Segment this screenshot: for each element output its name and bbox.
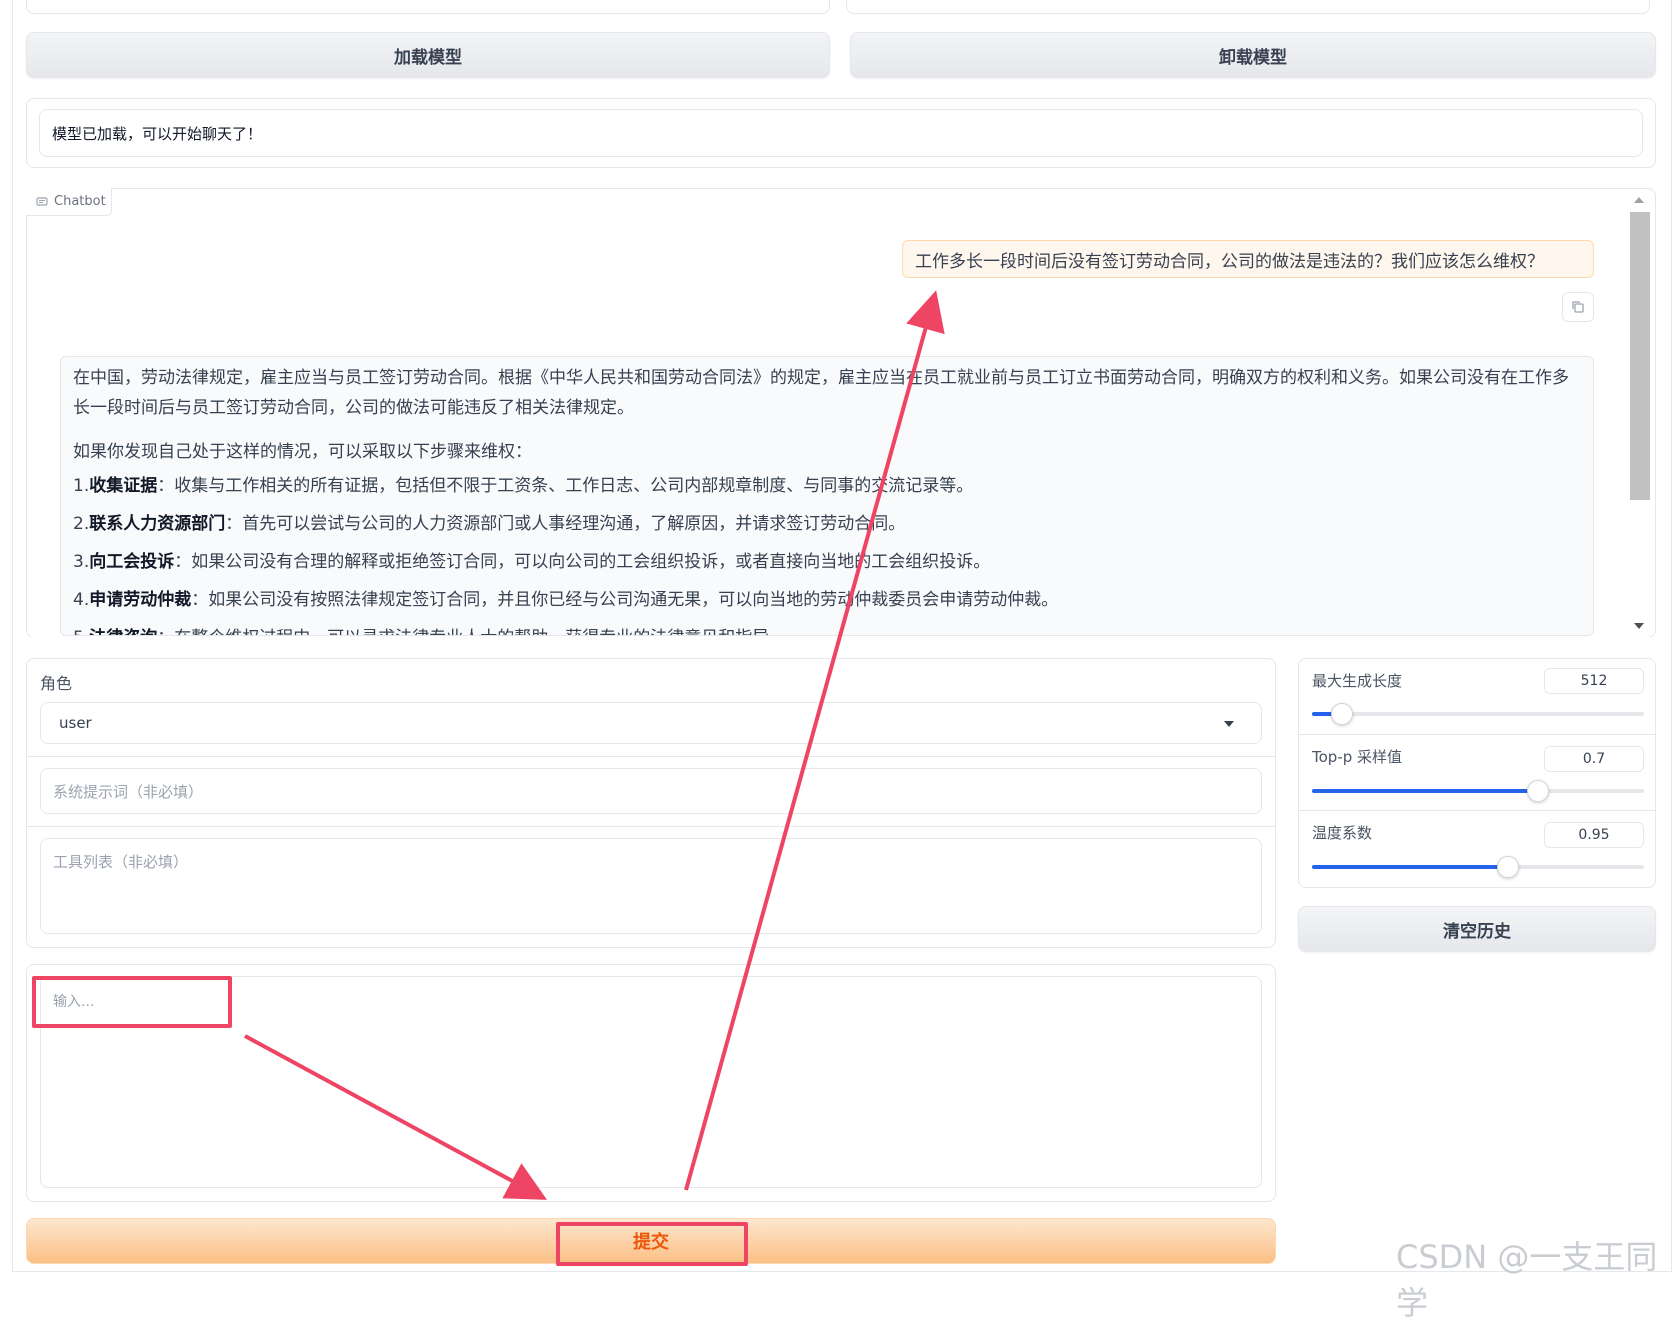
arrow-input-to-submit	[244, 1034, 548, 1200]
watermark: CSDN @一支王同学	[1396, 1238, 1658, 1322]
arrow-submit-to-message	[684, 290, 945, 1191]
annotation-arrows	[244, 290, 945, 1200]
